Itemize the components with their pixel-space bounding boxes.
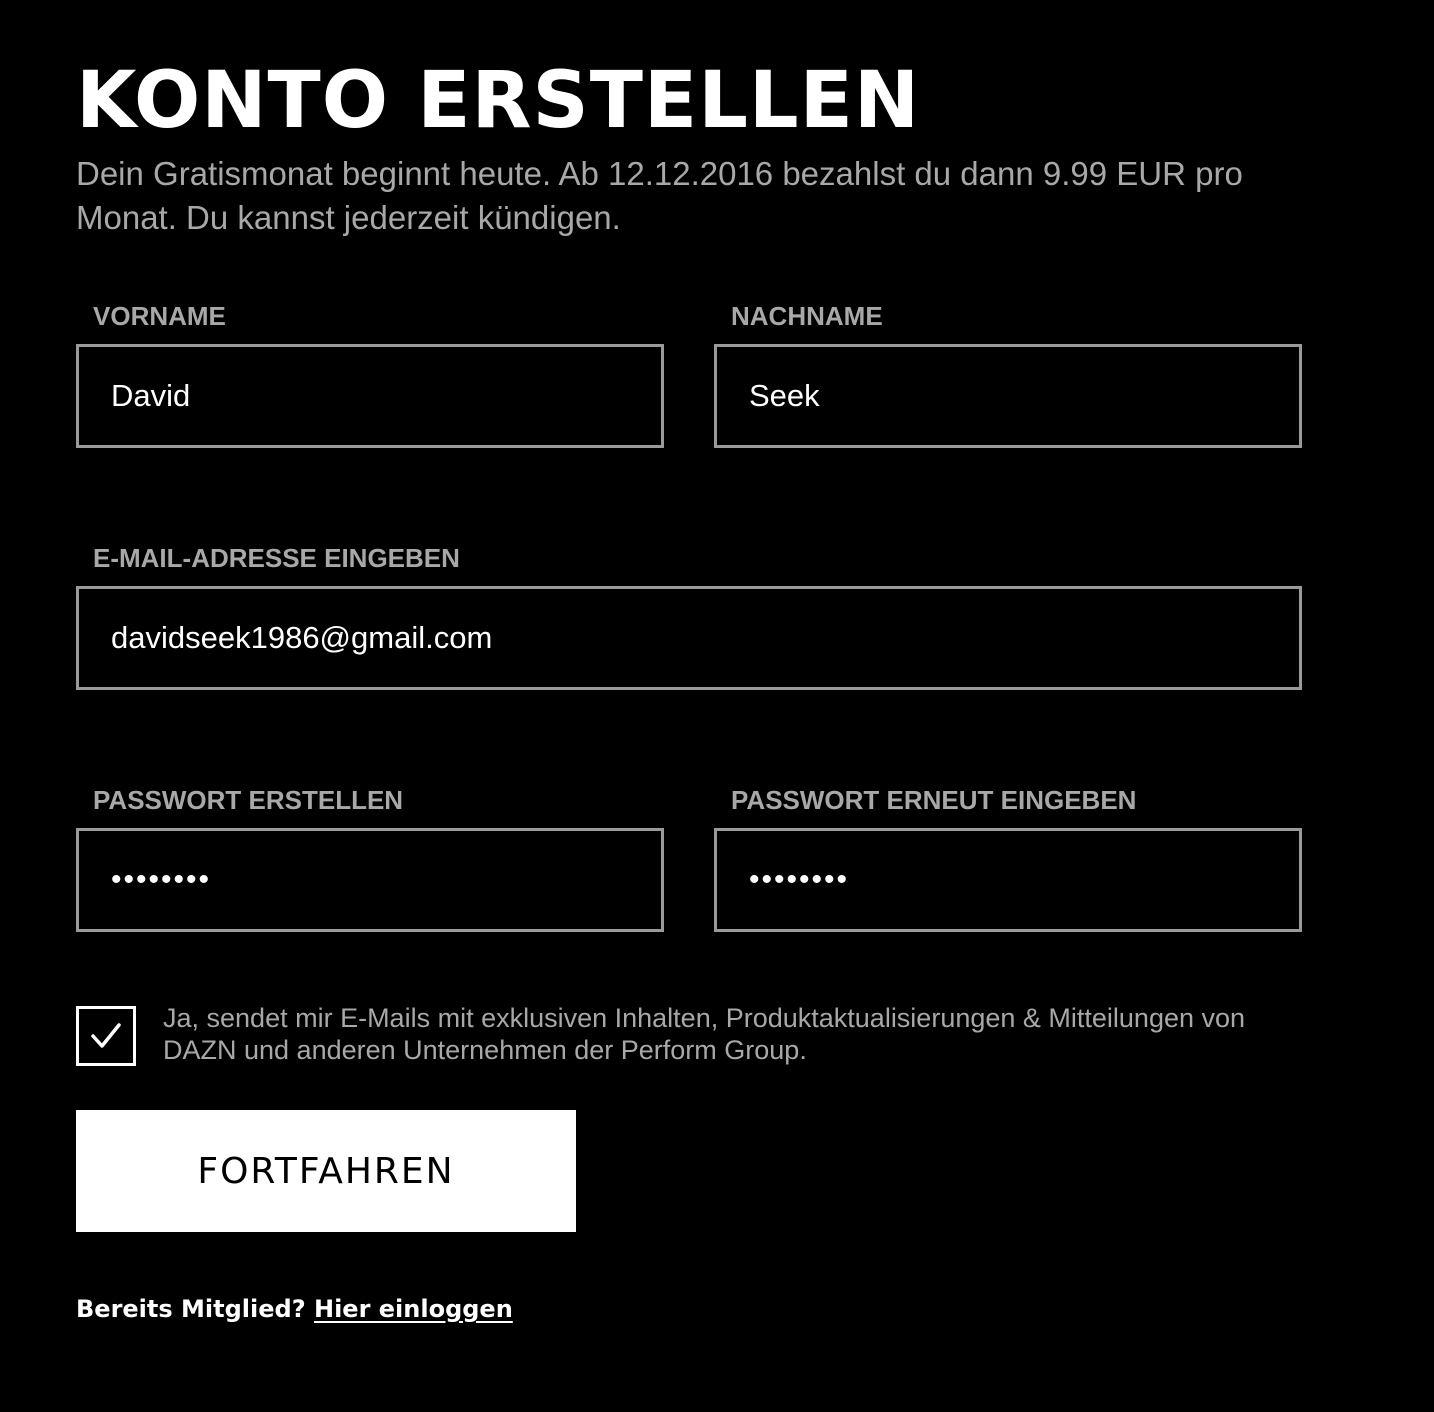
continue-button[interactable]: FORTFAHREN <box>76 1110 576 1232</box>
page-title: KONTO ERSTELLEN <box>76 56 921 146</box>
checkmark-icon <box>91 1023 121 1048</box>
password-field[interactable] <box>76 828 664 932</box>
email-label: E-MAIL-ADRESSE EINGEBEN <box>93 543 460 573</box>
login-prompt-line: Bereits Mitglied? Hier einloggen <box>76 1292 513 1326</box>
last-name-label: NACHNAME <box>731 301 883 331</box>
newsletter-consent-text: Ja, sendet mir E-Mails mit exklusiven In… <box>163 1003 1246 1065</box>
password-repeat-field[interactable] <box>714 828 1302 932</box>
first-name-field[interactable] <box>76 344 664 448</box>
password-repeat-label: PASSWORT ERNEUT EINGEBEN <box>731 785 1137 815</box>
newsletter-checkbox[interactable] <box>76 1006 136 1066</box>
password-label: PASSWORT ERSTELLEN <box>93 785 404 815</box>
login-link[interactable]: Hier einloggen <box>314 1295 513 1323</box>
email-field[interactable] <box>76 586 1302 690</box>
first-name-label: VORNAME <box>93 301 226 331</box>
login-prompt-text: Bereits Mitglied? <box>76 1295 306 1323</box>
page-subtitle: Dein Gratismonat beginnt heute. Ab 12.12… <box>76 155 1243 236</box>
last-name-field[interactable] <box>714 344 1302 448</box>
